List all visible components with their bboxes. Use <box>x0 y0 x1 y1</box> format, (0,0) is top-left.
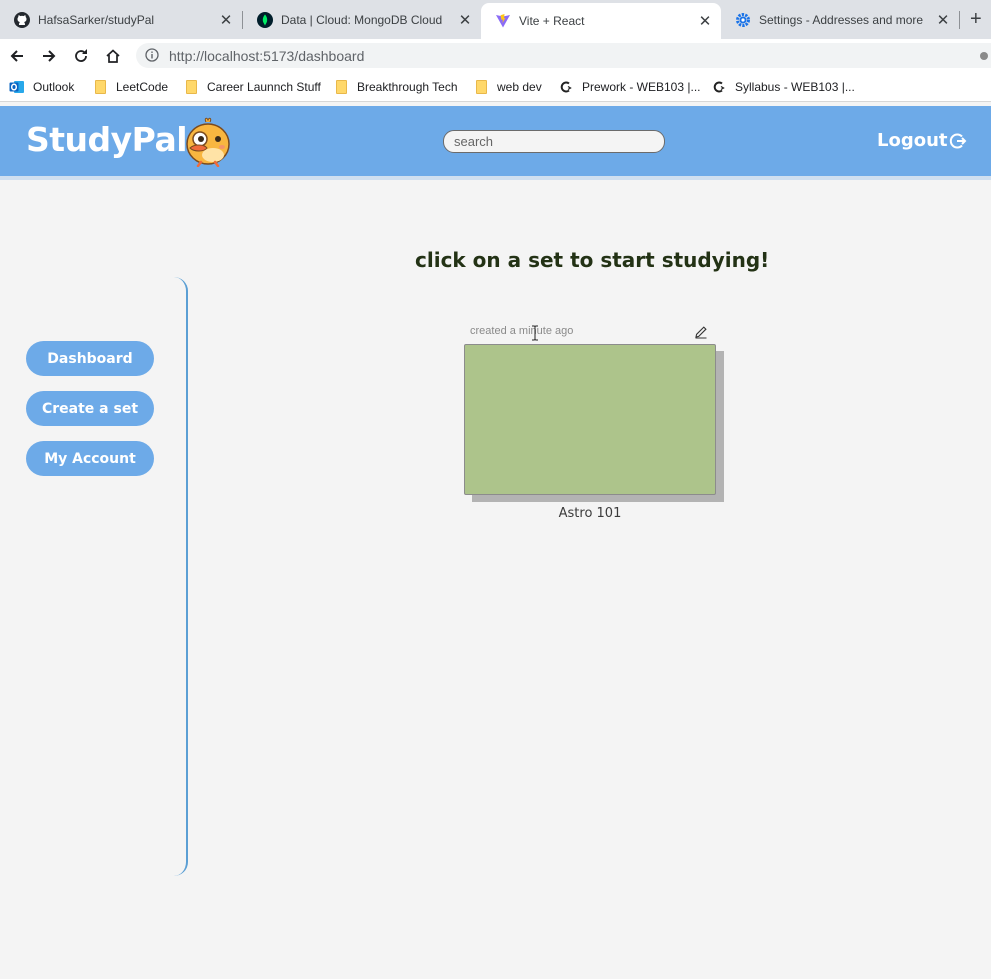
close-icon[interactable]: ✕ <box>697 13 713 30</box>
home-button[interactable] <box>102 45 124 67</box>
info-icon[interactable] <box>145 48 159 67</box>
logout-icon <box>949 132 967 150</box>
bookmark-outlook[interactable]: Outlook <box>9 79 74 95</box>
tab-mongodb[interactable]: Data | Cloud: MongoDB Cloud ✕ <box>243 0 481 39</box>
duck-mascot-icon <box>186 117 230 167</box>
set-card[interactable] <box>464 344 716 495</box>
pencil-icon[interactable] <box>694 325 708 339</box>
bookmark-label: web dev <box>497 80 542 94</box>
reload-button[interactable] <box>70 45 92 67</box>
tab-settings[interactable]: Settings - Addresses and more ✕ <box>721 0 959 39</box>
page-title: click on a set to start studying! <box>415 248 770 272</box>
app-logo[interactable]: StudyPal <box>26 120 188 159</box>
codepath-icon <box>711 79 727 95</box>
sidebar-item-create-a-set[interactable]: Create a set <box>26 391 154 426</box>
tab-vite-react[interactable]: Vite + React ✕ <box>481 3 721 39</box>
address-bar[interactable]: http://localhost:5173/dashboard <box>136 43 991 68</box>
settings-gear-icon <box>735 12 751 28</box>
back-button[interactable] <box>6 45 28 67</box>
logout-button[interactable]: Logout <box>877 130 967 151</box>
tab-title: Settings - Addresses and more <box>759 12 924 27</box>
home-icon <box>106 49 120 63</box>
app-header: StudyPal Logout <box>0 106 991 180</box>
sidebar-divider <box>170 277 188 876</box>
set-title[interactable]: Astro 101 <box>464 506 716 521</box>
bookmark-career-launnch[interactable]: Career Launnch Stuff <box>183 79 321 95</box>
vite-icon <box>495 13 511 29</box>
browser-tab-strip: HafsaSarker/studyPal ✕ Data | Cloud: Mon… <box>0 0 991 39</box>
folder-icon <box>333 79 349 95</box>
close-icon[interactable]: ✕ <box>935 12 951 29</box>
bookmark-breakthrough-tech[interactable]: Breakthrough Tech <box>333 79 458 95</box>
bookmark-prework-web103[interactable]: Prework - WEB103 |... <box>558 79 700 95</box>
bookmark-label: Breakthrough Tech <box>357 80 458 94</box>
github-icon <box>14 11 30 28</box>
bookmarks-bar: Outlook LeetCode Career Launnch Stuff Br… <box>0 72 991 102</box>
url-text: http://localhost:5173/dashboard <box>169 48 365 64</box>
arrow-right-icon <box>43 50 56 62</box>
reload-icon <box>75 49 87 62</box>
sidebar-item-my-account[interactable]: My Account <box>26 441 154 476</box>
tab-github[interactable]: HafsaSarker/studyPal ✕ <box>0 0 242 39</box>
codepath-icon <box>558 79 574 95</box>
bookmark-label: LeetCode <box>116 80 169 94</box>
forward-button[interactable] <box>38 45 60 67</box>
outlook-icon <box>9 79 25 95</box>
close-icon[interactable]: ✕ <box>218 12 234 29</box>
sidebar-item-dashboard[interactable]: Dashboard <box>26 341 154 376</box>
folder-icon <box>92 79 108 95</box>
folder-icon <box>473 79 489 95</box>
tab-title: Data | Cloud: MongoDB Cloud <box>281 12 443 27</box>
close-icon[interactable]: ✕ <box>457 12 473 29</box>
bookmark-label: Career Launnch Stuff <box>207 80 321 94</box>
set-created-time: created a minute ago <box>470 325 574 337</box>
tab-title: Vite + React <box>519 14 585 28</box>
bookmark-web-dev[interactable]: web dev <box>473 79 542 95</box>
mongodb-leaf-icon <box>257 11 273 28</box>
bookmark-syllabus-web103[interactable]: Syllabus - WEB103 |... <box>711 79 855 95</box>
tab-title: HafsaSarker/studyPal <box>38 12 155 27</box>
bookmark-label: Prework - WEB103 |... <box>582 80 701 94</box>
tab-divider <box>959 11 960 29</box>
arrow-left-icon <box>10 50 23 62</box>
folder-icon <box>183 79 199 95</box>
extension-icon[interactable] <box>980 52 988 60</box>
bookmark-label: Syllabus - WEB103 |... <box>735 80 855 94</box>
bookmark-label: Outlook <box>33 80 75 94</box>
bookmark-leetcode[interactable]: LeetCode <box>92 79 168 95</box>
browser-toolbar: http://localhost:5173/dashboard <box>0 39 991 72</box>
logout-label: Logout <box>877 130 948 151</box>
search-input[interactable] <box>443 130 665 153</box>
text-cursor-icon <box>532 325 538 341</box>
new-tab-button[interactable]: + <box>970 8 991 30</box>
